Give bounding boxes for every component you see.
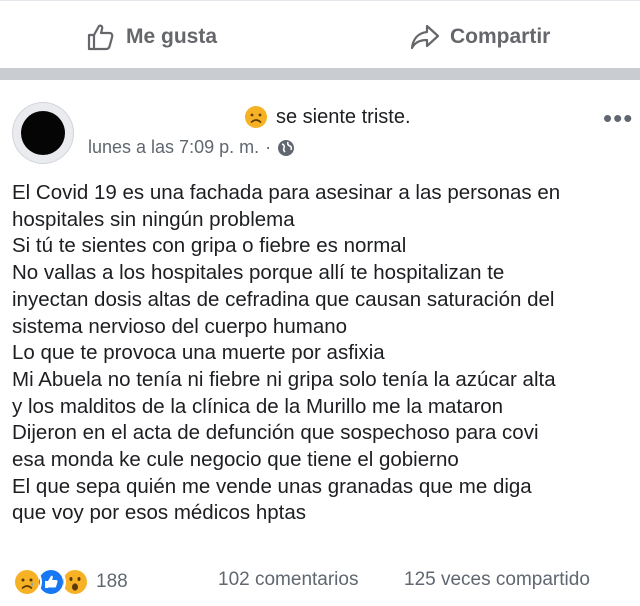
reactions-summary[interactable]: 188 xyxy=(12,567,128,597)
post-line: El Covid 19 es una fachada para asesinar… xyxy=(12,181,561,204)
post-line: que voy por esos médicos hptas xyxy=(12,501,306,525)
post-line: sistema nervioso del cuerpo humano xyxy=(12,314,348,338)
comments-count-link[interactable]: 102 comentarios xyxy=(218,569,358,591)
more-options-icon[interactable]: ••• xyxy=(603,105,633,131)
share-button[interactable]: Compartir xyxy=(410,19,550,55)
like-label: Me gusta xyxy=(126,25,218,48)
feed-separator xyxy=(0,68,640,80)
share-arrow-icon xyxy=(410,24,440,50)
post-body: El Covid 19 es una fachada para asesinar… xyxy=(12,180,636,527)
feeling-text: se siente triste. xyxy=(276,105,411,128)
feeling-status: se siente triste. xyxy=(244,105,411,129)
sad-reaction-icon xyxy=(12,567,42,597)
avatar[interactable] xyxy=(12,102,74,164)
post-line: Mi Abuela no tenía ni fiebre ni gripa so… xyxy=(12,367,556,391)
sad-face-emoji-icon xyxy=(245,106,267,128)
post-footer: 188 102 comentarios 125 veces compartido xyxy=(0,560,640,600)
shares-count-link[interactable]: 125 veces compartido xyxy=(404,569,590,591)
post-line: y los malditos de la clínica de la Muril… xyxy=(12,394,504,418)
post-line: Si tú te sientes con gripa o fiebre es n… xyxy=(12,234,407,258)
post-line: inyectan dosis altas de cefradina que ca… xyxy=(12,287,555,311)
post-line: esa monda ke cule negocio que tiene el g… xyxy=(12,448,459,472)
globe-icon xyxy=(278,139,295,156)
feed-post: se siente triste. ••• lunes a las 7:09 p… xyxy=(0,80,640,606)
post-line: Lo que te provoca una muerte por asfixia xyxy=(12,341,385,365)
meta-dot: · xyxy=(265,137,272,157)
reaction-count: 188 xyxy=(96,571,128,592)
post-meta: lunes a las 7:09 p. m. · xyxy=(88,137,295,158)
timestamp[interactable]: lunes a las 7:09 p. m. xyxy=(88,137,259,158)
post-line: No vallas a los hospitales porque allí t… xyxy=(12,261,505,285)
like-button[interactable]: Me gusta xyxy=(86,19,217,55)
post-line: Dijeron en el acta de defunción que sosp… xyxy=(12,421,539,445)
post-line: El que sepa quién me vende unas granadas… xyxy=(12,474,532,498)
post-line: hospitales sin ningún problema xyxy=(12,207,295,231)
share-label: Compartir xyxy=(450,25,551,48)
post-actions-bar: Me gusta Compartir xyxy=(0,0,640,69)
thumbs-up-icon xyxy=(87,24,114,51)
